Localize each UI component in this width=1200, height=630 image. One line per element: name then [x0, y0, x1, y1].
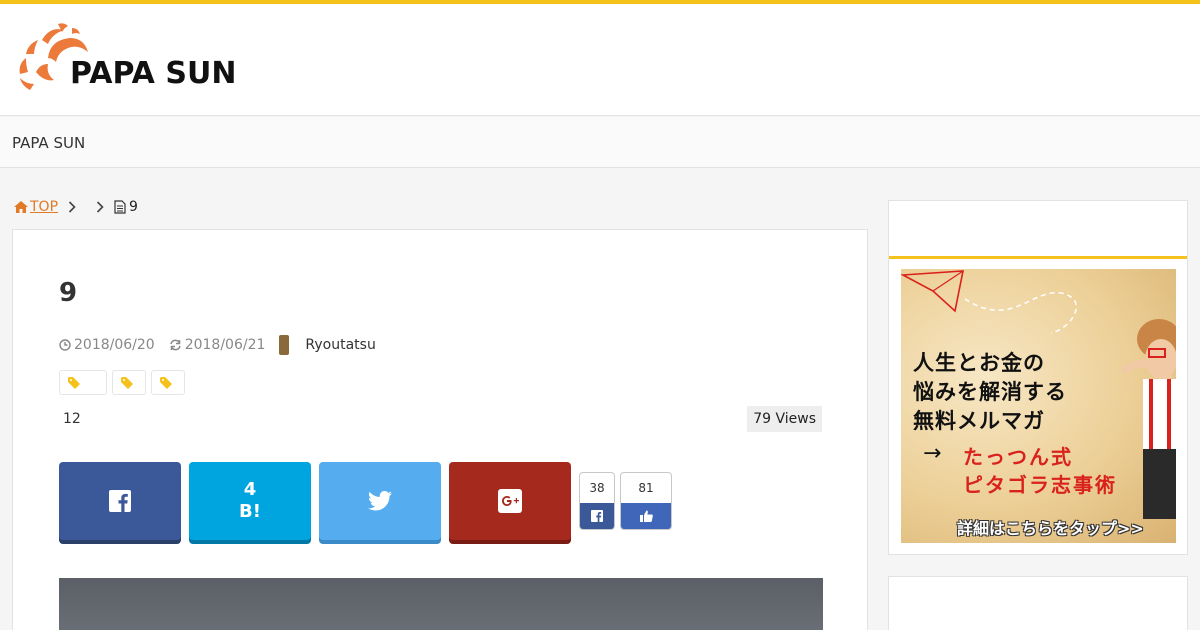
tag-icon: [121, 376, 133, 389]
banner-red-line-2: ピタゴラ志事術: [963, 473, 1117, 497]
facebook-like-counter[interactable]: 81: [620, 472, 672, 530]
facebook-share-counter[interactable]: 38: [579, 472, 615, 530]
logo-text: PAPA SUN: [70, 56, 237, 91]
tag-list: [59, 370, 190, 395]
chevron-right-icon: [96, 201, 104, 213]
facebook-like-count: 81: [638, 481, 654, 495]
article-title: 9: [59, 278, 78, 308]
published-date-text: 2018/06/20: [74, 337, 155, 353]
article-meta: 2018/06/20 2018/06/21 Ryoutatsu: [59, 334, 376, 356]
home-icon: [14, 201, 28, 213]
author-name[interactable]: Ryoutatsu: [305, 337, 375, 353]
banner-line-1: 人生とお金の: [913, 351, 1045, 375]
sidebar-widget: 人生とお金の 悩みを解消する 無料メルマガ → たっつん式 ピタゴラ志事術 詳細…: [888, 200, 1188, 555]
banner-line-3: 無料メルマガ: [913, 409, 1045, 433]
breadcrumb-current: 9: [114, 199, 138, 215]
twitter-icon: [368, 491, 392, 511]
breadcrumb-home-link[interactable]: TOP: [14, 199, 58, 215]
view-count: 79 Views: [747, 406, 822, 432]
hatena-count: 4: [243, 479, 257, 500]
widget-accent-line: [889, 256, 1187, 259]
child-illustration: [1120, 319, 1176, 519]
tag-item[interactable]: [151, 370, 185, 395]
breadcrumb: TOP 9: [14, 198, 138, 216]
breadcrumb-current-label: 9: [129, 199, 138, 215]
nav-site-name[interactable]: PAPA SUN: [12, 134, 85, 152]
google-plus-icon: [498, 489, 522, 513]
tag-icon: [160, 376, 172, 389]
hatena-label: B!: [239, 501, 261, 522]
hatena-bookmark-button[interactable]: 4 B!: [189, 462, 311, 540]
facebook-share-button[interactable]: [59, 462, 181, 540]
sidebar-widget-2: [888, 576, 1188, 630]
updated-date-text: 2018/06/21: [184, 337, 266, 353]
facebook-icon: [109, 490, 131, 512]
chevron-right-icon: [68, 201, 76, 213]
tag-item[interactable]: [112, 370, 146, 395]
breadcrumb-home-label: TOP: [30, 199, 59, 215]
article-count: 12: [63, 411, 81, 427]
article-hero-image: [59, 578, 823, 630]
updated-date: 2018/06/21: [169, 337, 266, 353]
article-card: 9 2018/06/20 2018/06/21 Ryoutatsu 12 79 …: [12, 229, 868, 630]
tag-icon: [68, 376, 80, 389]
banner-red-line-1: たっつん式: [963, 445, 1073, 469]
twitter-share-button[interactable]: [319, 462, 441, 540]
thumbs-up-icon: [621, 503, 671, 529]
google-plus-share-button[interactable]: [449, 462, 571, 540]
banner-cta: 詳細はこちらをタップ>>: [957, 519, 1144, 538]
banner-line-2: 悩みを解消する: [913, 380, 1067, 404]
share-buttons: 4 B! 38 81: [59, 462, 677, 540]
site-header: PAPA SUN: [0, 4, 1200, 116]
published-date: 2018/06/20: [59, 337, 155, 353]
tag-item[interactable]: [59, 370, 107, 395]
facebook-share-count: 38: [589, 481, 605, 495]
facebook-icon: [580, 503, 614, 529]
newsletter-banner[interactable]: 人生とお金の 悩みを解消する 無料メルマガ → たっつん式 ピタゴラ志事術 詳細…: [901, 269, 1176, 543]
author-avatar: [279, 335, 290, 355]
refresh-icon: [169, 339, 181, 351]
clock-icon: [59, 339, 71, 351]
arrow-right-icon: →: [923, 441, 942, 466]
nav-bar: PAPA SUN: [0, 117, 1200, 168]
document-icon: [114, 200, 126, 214]
